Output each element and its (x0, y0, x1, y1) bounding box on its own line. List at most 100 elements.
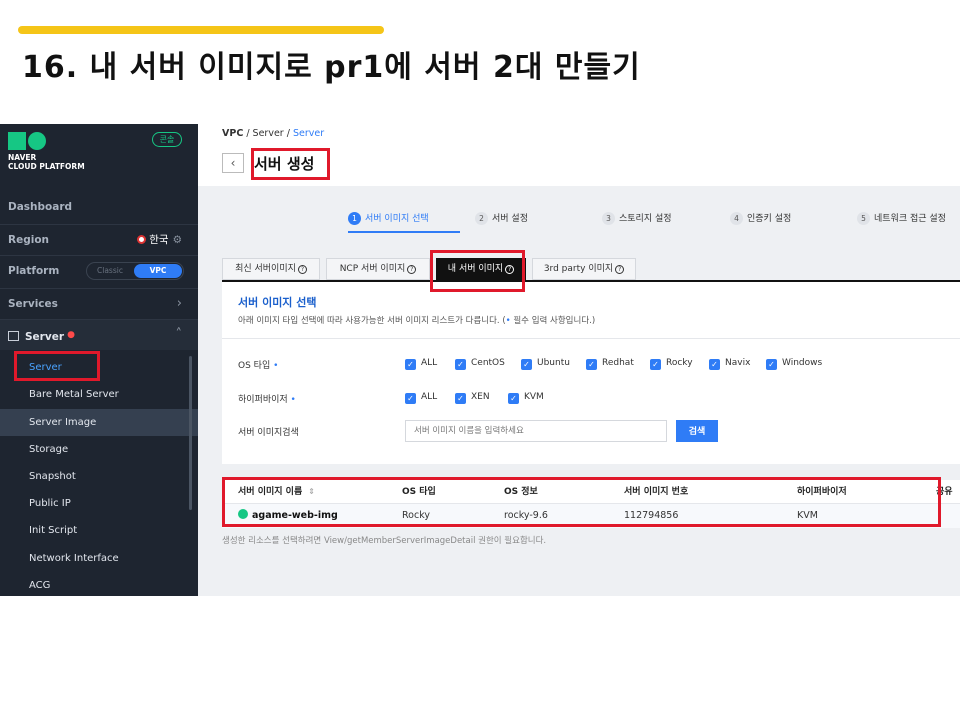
back-button[interactable]: ‹ (222, 153, 244, 173)
sidebar-item-server-image[interactable]: Server Image (0, 409, 198, 436)
sidebar-item-acg[interactable]: ACG (0, 572, 198, 596)
step-number: 5 (857, 212, 870, 225)
sidebar-item-server[interactable]: Server (0, 354, 198, 381)
breadcrumb-current[interactable]: Server (293, 128, 324, 139)
os-checkbox-rocky[interactable]: ✓ Rocky (650, 358, 693, 370)
sidebar-group-server[interactable]: Server ● ˄ (0, 320, 198, 350)
tab-latest-images[interactable]: 최신 서버이미지? (222, 258, 320, 280)
korea-flag-icon (137, 235, 147, 244)
help-icon[interactable]: ? (297, 265, 307, 274)
help-icon[interactable]: ? (505, 265, 515, 274)
hypervisor-label: 하이퍼바이저 • (238, 395, 296, 405)
sidebar-item-snapshot[interactable]: Snapshot (0, 463, 198, 490)
col-image-name[interactable]: 서버 이미지 이름 ⇕ (238, 480, 315, 504)
main-content: VPC / Server / Server ‹ 서버 생성 1 서버 이미지 선택… (198, 124, 960, 596)
naver-cloud-logo[interactable]: NAVER CLOUD PLATFORM (8, 132, 85, 171)
breadcrumb-vpc[interactable]: VPC (222, 128, 243, 139)
hv-checkbox-xen[interactable]: ✓ XEN (455, 392, 490, 404)
col-os-type: OS 타입 (402, 487, 436, 497)
os-checkbox-redhat[interactable]: ✓ Redhat (586, 358, 634, 370)
sidebar-platform: Platform Classic VPC (0, 256, 198, 286)
logo-square-icon (8, 132, 26, 150)
sidebar-item-network-interface[interactable]: Network Interface (0, 545, 198, 572)
image-table: 서버 이미지 이름 ⇕ OS 타입 OS 정보 서버 이미지 번호 하이퍼바이저 … (222, 480, 960, 528)
logo-circle-icon (28, 132, 46, 150)
panel-title: 서버 이미지 선택 (238, 296, 317, 309)
image-search-input[interactable] (405, 420, 667, 442)
region-name: 한국 (149, 234, 169, 246)
title-accent-bar (18, 26, 384, 34)
region-value[interactable]: 한국 ⚙ (137, 225, 182, 255)
page-header: VPC / Server / Server ‹ 서버 생성 (198, 124, 960, 186)
checkbox-checked-icon: ✓ (455, 393, 466, 404)
sidebar: NAVER CLOUD PLATFORM 콘솔 Dashboard Region … (0, 124, 198, 596)
platform-toggle[interactable]: Classic VPC (86, 262, 184, 280)
checkbox-checked-icon: ✓ (405, 359, 416, 370)
table-row[interactable]: agame-web-img Rocky rocky-9.6 112794856 … (222, 504, 960, 528)
help-icon[interactable]: ? (407, 265, 417, 274)
sidebar-item-storage[interactable]: Storage (0, 436, 198, 463)
sidebar-item-bare-metal-server[interactable]: Bare Metal Server (0, 381, 198, 408)
gear-icon[interactable]: ⚙ (173, 234, 182, 246)
region-label: Region (8, 234, 50, 246)
server-group-label: Server (25, 331, 65, 343)
tab-my-images[interactable]: 내 서버 이미지? (436, 258, 526, 280)
sidebar-item-public-ip[interactable]: Public IP (0, 490, 198, 517)
chevron-left-icon: ‹ (230, 156, 236, 170)
step-number: 3 (602, 212, 615, 225)
tab-ncp-images[interactable]: NCP 서버 이미지? (326, 258, 430, 280)
step-4[interactable]: 4 인증키 설정 (730, 211, 791, 225)
checkbox-checked-icon: ✓ (709, 359, 720, 370)
tab-label: 최신 서버이미지 (235, 264, 296, 274)
breadcrumb-sep: / (243, 128, 253, 139)
checkbox-checked-icon: ✓ (650, 359, 661, 370)
col-os-info: OS 정보 (504, 487, 538, 497)
os-checkbox-windows[interactable]: ✓ Windows (766, 358, 822, 370)
step-3[interactable]: 3 스토리지 설정 (602, 211, 672, 225)
table-header: 서버 이미지 이름 ⇕ OS 타입 OS 정보 서버 이미지 번호 하이퍼바이저 … (222, 480, 960, 504)
console-badge[interactable]: 콘솔 (152, 132, 182, 147)
sidebar-region[interactable]: Region 한국 ⚙ (0, 225, 198, 255)
platform-vpc-option[interactable]: VPC (134, 264, 182, 278)
sidebar-item-init-script[interactable]: Init Script (0, 517, 198, 544)
cell-os-type: Rocky (402, 510, 430, 521)
platform-classic-option[interactable]: Classic (97, 263, 123, 279)
step-1[interactable]: 1 서버 이미지 선택 (348, 211, 429, 225)
tab-3rd-party-images[interactable]: 3rd party 이미지? (532, 258, 636, 280)
os-checkbox-navix[interactable]: ✓ Navix (709, 358, 750, 370)
sidebar-scrollbar[interactable] (189, 356, 192, 510)
os-checkbox-ubuntu[interactable]: ✓ Ubuntu (521, 358, 570, 370)
sidebar-item-dashboard[interactable]: Dashboard (0, 192, 198, 222)
wizard-steps: 1 서버 이미지 선택 2 서버 설정 3 스토리지 설정 4 인증키 설정 5 네트워크… (198, 186, 960, 256)
slide-title: 16. 내 서버 이미지로 pr1에 서버 2대 만들기 (22, 50, 641, 85)
image-select-panel: 서버 이미지 선택 아래 이미지 타입 선택에 따라 사용가능한 서버 이미지 … (222, 280, 960, 464)
sidebar-item-services[interactable]: Services › (0, 289, 198, 319)
search-button[interactable]: 검색 (676, 420, 718, 442)
breadcrumb-sep: / (283, 128, 293, 139)
hv-checkbox-kvm[interactable]: ✓ KVM (508, 392, 544, 404)
hv-checkbox-all[interactable]: ✓ ALL (405, 392, 437, 404)
cell-image-name[interactable]: agame-web-img (238, 504, 338, 528)
required-dot-icon: • (287, 395, 296, 405)
checkbox-checked-icon: ✓ (455, 359, 466, 370)
os-checkbox-all[interactable]: ✓ ALL (405, 358, 437, 370)
image-search-label: 서버 이미지검색 (238, 428, 299, 438)
help-icon[interactable]: ? (615, 265, 625, 274)
checkbox-checked-icon: ✓ (586, 359, 597, 370)
checkbox-checked-icon: ✓ (521, 359, 532, 370)
console-screenshot: NAVER CLOUD PLATFORM 콘솔 Dashboard Region … (0, 124, 960, 596)
step-5[interactable]: 5 네트워크 접근 설정 (857, 211, 946, 225)
logo-line1: NAVER (8, 153, 37, 162)
services-label: Services (8, 298, 58, 310)
sort-icon[interactable]: ⇕ (308, 487, 315, 496)
required-dot-icon: • (270, 361, 279, 371)
os-checkbox-centos[interactable]: ✓ CentOS (455, 358, 505, 370)
step-2[interactable]: 2 서버 설정 (475, 211, 528, 225)
step-label: 서버 설정 (492, 214, 528, 224)
step-label: 인증키 설정 (747, 214, 792, 224)
permission-note: 생성한 리소스를 선택하려면 View/getMemberServerImage… (222, 536, 547, 546)
breadcrumb-server[interactable]: Server (253, 128, 284, 139)
step-number: 1 (348, 212, 361, 225)
tab-label: 내 서버 이미지 (447, 264, 504, 274)
checkbox-checked-icon: ✓ (405, 393, 416, 404)
